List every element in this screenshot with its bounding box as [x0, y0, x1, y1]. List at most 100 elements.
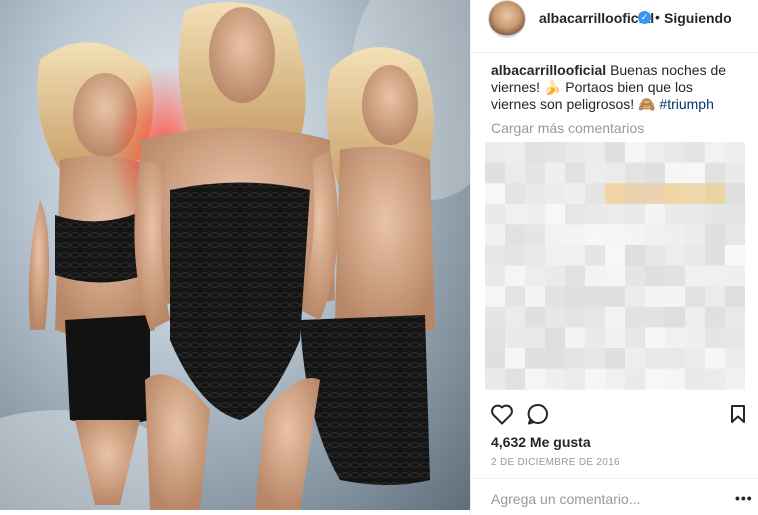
mosaic-tile	[605, 286, 626, 308]
mosaic-tile	[505, 265, 526, 287]
mosaic-tile	[505, 306, 526, 328]
mosaic-tile	[485, 265, 506, 287]
mosaic-tile	[645, 183, 666, 205]
mosaic-tile	[665, 183, 686, 205]
mosaic-tile	[545, 327, 566, 349]
mosaic-tile	[645, 348, 666, 370]
comment-icon[interactable]	[527, 403, 549, 425]
mosaic-tile	[605, 183, 626, 205]
username-link[interactable]: albacarrillooficial	[539, 10, 654, 26]
load-more-comments-link[interactable]: Cargar más comentarios	[491, 120, 644, 136]
mosaic-tile	[705, 327, 726, 349]
mosaic-tile	[725, 183, 745, 205]
mosaic-tile	[625, 348, 646, 370]
mosaic-tile	[665, 203, 686, 225]
mosaic-tile	[545, 142, 566, 164]
heart-icon[interactable]	[490, 403, 514, 425]
mosaic-tile	[705, 142, 726, 164]
mosaic-tile	[725, 245, 745, 267]
post-caption: albacarrillooficial Buenas noches de vie…	[491, 62, 731, 113]
mosaic-tile	[585, 306, 606, 328]
mosaic-tile	[665, 224, 686, 246]
mosaic-tile	[625, 306, 646, 328]
mosaic-tile	[645, 286, 666, 308]
mosaic-tile	[525, 306, 546, 328]
mosaic-tile	[625, 327, 646, 349]
mosaic-tile	[565, 224, 586, 246]
mosaic-tile	[705, 203, 726, 225]
bookmark-icon[interactable]	[730, 404, 746, 424]
mosaic-tile	[545, 183, 566, 205]
mosaic-tile	[505, 142, 526, 164]
mosaic-tile	[605, 327, 626, 349]
post-date[interactable]: 2 DE DICIEMBRE DE 2016	[491, 457, 620, 468]
mosaic-tile	[545, 286, 566, 308]
mosaic-tile	[505, 327, 526, 349]
mosaic-tile	[485, 142, 506, 164]
mosaic-tile	[685, 306, 706, 328]
mosaic-tile	[645, 327, 666, 349]
mosaic-tile	[625, 245, 646, 267]
mosaic-tile	[585, 286, 606, 308]
mosaic-tile	[645, 162, 666, 184]
mosaic-tile	[665, 162, 686, 184]
mosaic-tile	[485, 348, 506, 370]
mosaic-tile	[485, 306, 506, 328]
mosaic-tile	[585, 142, 606, 164]
mosaic-tile	[685, 142, 706, 164]
mosaic-tile	[565, 368, 586, 390]
add-comment-input[interactable]: Agrega un comentario...	[491, 491, 640, 507]
verified-badge-icon: ✓	[638, 11, 651, 24]
mosaic-tile	[525, 245, 546, 267]
action-bar	[471, 400, 758, 430]
mosaic-tile	[725, 203, 745, 225]
mosaic-tile	[685, 162, 706, 184]
mosaic-tile	[505, 348, 526, 370]
mosaic-tile	[625, 265, 646, 287]
caption-username-link[interactable]: albacarrillooficial	[491, 62, 606, 78]
mosaic-tile	[725, 327, 745, 349]
hashtag-link[interactable]: #triumph	[659, 96, 713, 112]
mosaic-tile	[605, 142, 626, 164]
post-photo[interactable]	[0, 0, 470, 510]
mosaic-tile	[645, 142, 666, 164]
mosaic-tile	[585, 224, 606, 246]
mosaic-tile	[605, 368, 626, 390]
mosaic-tile	[565, 183, 586, 205]
mosaic-tile	[725, 286, 745, 308]
mosaic-tile	[625, 162, 646, 184]
mosaic-tile	[685, 265, 706, 287]
mosaic-tile	[565, 327, 586, 349]
mosaic-tile	[585, 368, 606, 390]
mosaic-tile	[665, 265, 686, 287]
mosaic-tile	[585, 348, 606, 370]
mosaic-tile	[625, 286, 646, 308]
mosaic-tile	[725, 368, 745, 390]
mosaic-tile	[505, 162, 526, 184]
mosaic-tile	[505, 224, 526, 246]
mosaic-tile	[725, 265, 745, 287]
mosaic-tile	[665, 306, 686, 328]
following-button[interactable]: Siguiendo	[664, 10, 732, 26]
mosaic-tile	[585, 265, 606, 287]
mosaic-tile	[725, 306, 745, 328]
post-header: albacarrillooficial ✓ • Siguiendo	[471, 0, 758, 53]
mosaic-tile	[485, 162, 506, 184]
mosaic-tile	[545, 306, 566, 328]
mosaic-tile	[665, 142, 686, 164]
mosaic-tile	[625, 368, 646, 390]
likes-count[interactable]: 4,632 Me gusta	[491, 434, 591, 450]
mosaic-tile	[705, 286, 726, 308]
mosaic-tile	[545, 348, 566, 370]
mosaic-tile	[585, 162, 606, 184]
mosaic-tile	[625, 224, 646, 246]
mosaic-tile	[625, 142, 646, 164]
more-options-icon[interactable]: •••	[735, 490, 753, 506]
mosaic-tile	[685, 327, 706, 349]
mosaic-tile	[685, 286, 706, 308]
mosaic-tile	[605, 224, 626, 246]
mosaic-tile	[685, 368, 706, 390]
avatar[interactable]	[489, 1, 525, 37]
mosaic-tile	[685, 224, 706, 246]
mosaic-tile	[485, 183, 506, 205]
